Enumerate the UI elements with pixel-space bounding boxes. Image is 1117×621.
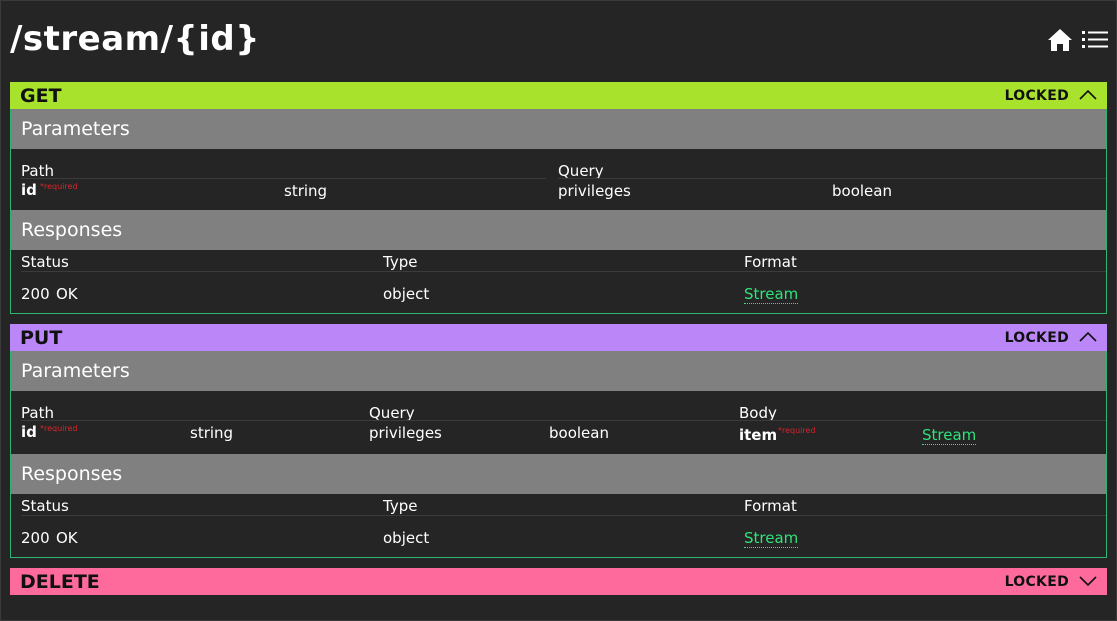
response-type: object <box>383 529 430 547</box>
param-type: boolean <box>832 182 892 200</box>
responses-header: Responses <box>11 454 1106 494</box>
column-header-format: Format <box>744 253 797 271</box>
locked-badge: LOCKED <box>1004 88 1069 104</box>
param-name-id: id <box>21 181 37 199</box>
method-label: DELETE <box>20 571 100 593</box>
operation-put-header[interactable]: PUT LOCKED <box>10 324 1107 351</box>
chevron-up-icon[interactable] <box>1079 88 1097 102</box>
operation-delete-header[interactable]: DELETE LOCKED <box>10 568 1107 595</box>
responses-grid: Status Type Format 200 OK object Stream <box>11 494 1106 557</box>
response-status-text: OK <box>56 285 78 303</box>
chevron-down-icon[interactable] <box>1079 574 1097 588</box>
column-header-type: Type <box>383 497 418 515</box>
param-name-privileges: privileges <box>558 182 631 200</box>
param-type: string <box>190 424 234 442</box>
operation-put-body: Parameters Path id *required string Quer… <box>10 351 1107 558</box>
locked-badge: LOCKED <box>1004 330 1069 346</box>
param-name-item: item <box>739 426 778 444</box>
param-type: string <box>284 182 328 200</box>
param-type: boolean <box>549 424 609 442</box>
column-header-status: Status <box>21 253 69 271</box>
operation-get-header[interactable]: GET LOCKED <box>10 82 1107 109</box>
responses-grid: Status Type Format 200 OK object Stream <box>11 250 1106 313</box>
method-label: PUT <box>20 327 63 349</box>
column-header-status: Status <box>21 497 69 515</box>
response-type: object <box>383 285 430 303</box>
param-name-privileges: privileges <box>369 424 442 442</box>
required-marker: *required <box>40 182 78 191</box>
column-header-type: Type <box>383 253 418 271</box>
response-status-text: OK <box>56 529 78 547</box>
operation-get: GET LOCKED Parameters Path id *required … <box>10 82 1107 314</box>
param-type-link[interactable]: Stream <box>922 426 977 445</box>
page-title: /stream/{id} <box>10 19 260 59</box>
locked-badge: LOCKED <box>1004 574 1069 590</box>
operation-get-body: Parameters Path id *required string Quer… <box>10 109 1107 314</box>
param-name-id: id <box>21 423 37 441</box>
parameters-grid: Path id *required string Query privilege… <box>11 391 1106 454</box>
chevron-up-icon[interactable] <box>1079 330 1097 344</box>
parameters-header: Parameters <box>11 351 1106 391</box>
responses-header: Responses <box>11 210 1106 250</box>
home-icon[interactable] <box>1047 28 1073 52</box>
required-marker: *required <box>40 424 78 433</box>
method-label: GET <box>20 85 62 107</box>
operation-put: PUT LOCKED Parameters Path id *required … <box>10 324 1107 558</box>
operation-delete: DELETE LOCKED <box>10 568 1107 595</box>
response-format-link[interactable]: Stream <box>744 285 799 304</box>
parameters-grid: Path id *required string Query privilege… <box>11 149 1106 210</box>
list-menu-icon[interactable] <box>1082 30 1108 50</box>
column-header-format: Format <box>744 497 797 515</box>
required-marker: *required <box>778 426 816 435</box>
response-format-link[interactable]: Stream <box>744 529 799 548</box>
response-status-code: 200 <box>21 529 50 547</box>
response-status-code: 200 <box>21 285 50 303</box>
parameters-header: Parameters <box>11 109 1106 149</box>
